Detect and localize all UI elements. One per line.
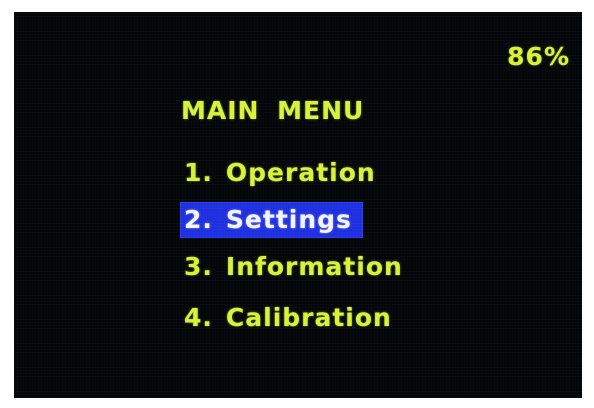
menu-item-settings[interactable]: 2. Settings xyxy=(181,203,362,237)
battery-level: 86% xyxy=(507,42,570,71)
menu-item-number: 3. xyxy=(184,252,213,281)
menu-item-information[interactable]: 3. Information xyxy=(181,250,413,284)
menu-item-label: Calibration xyxy=(225,303,392,332)
menu-item-number: 2. xyxy=(184,205,213,234)
menu-item-calibration[interactable]: 4. Calibration xyxy=(181,301,402,335)
menu-item-label: Operation xyxy=(225,158,376,187)
menu-item-operation[interactable]: 1. Operation xyxy=(181,156,386,190)
menu-item-label: Settings xyxy=(225,205,352,234)
device-screen: 86% MAIN MENU 1. Operation 2. Settings 3. I… xyxy=(14,12,582,398)
menu-title: MAIN MENU xyxy=(181,96,365,125)
menu-item-label: Information xyxy=(225,252,403,281)
menu-item-number: 4. xyxy=(184,303,213,332)
menu-item-number: 1. xyxy=(184,158,213,187)
